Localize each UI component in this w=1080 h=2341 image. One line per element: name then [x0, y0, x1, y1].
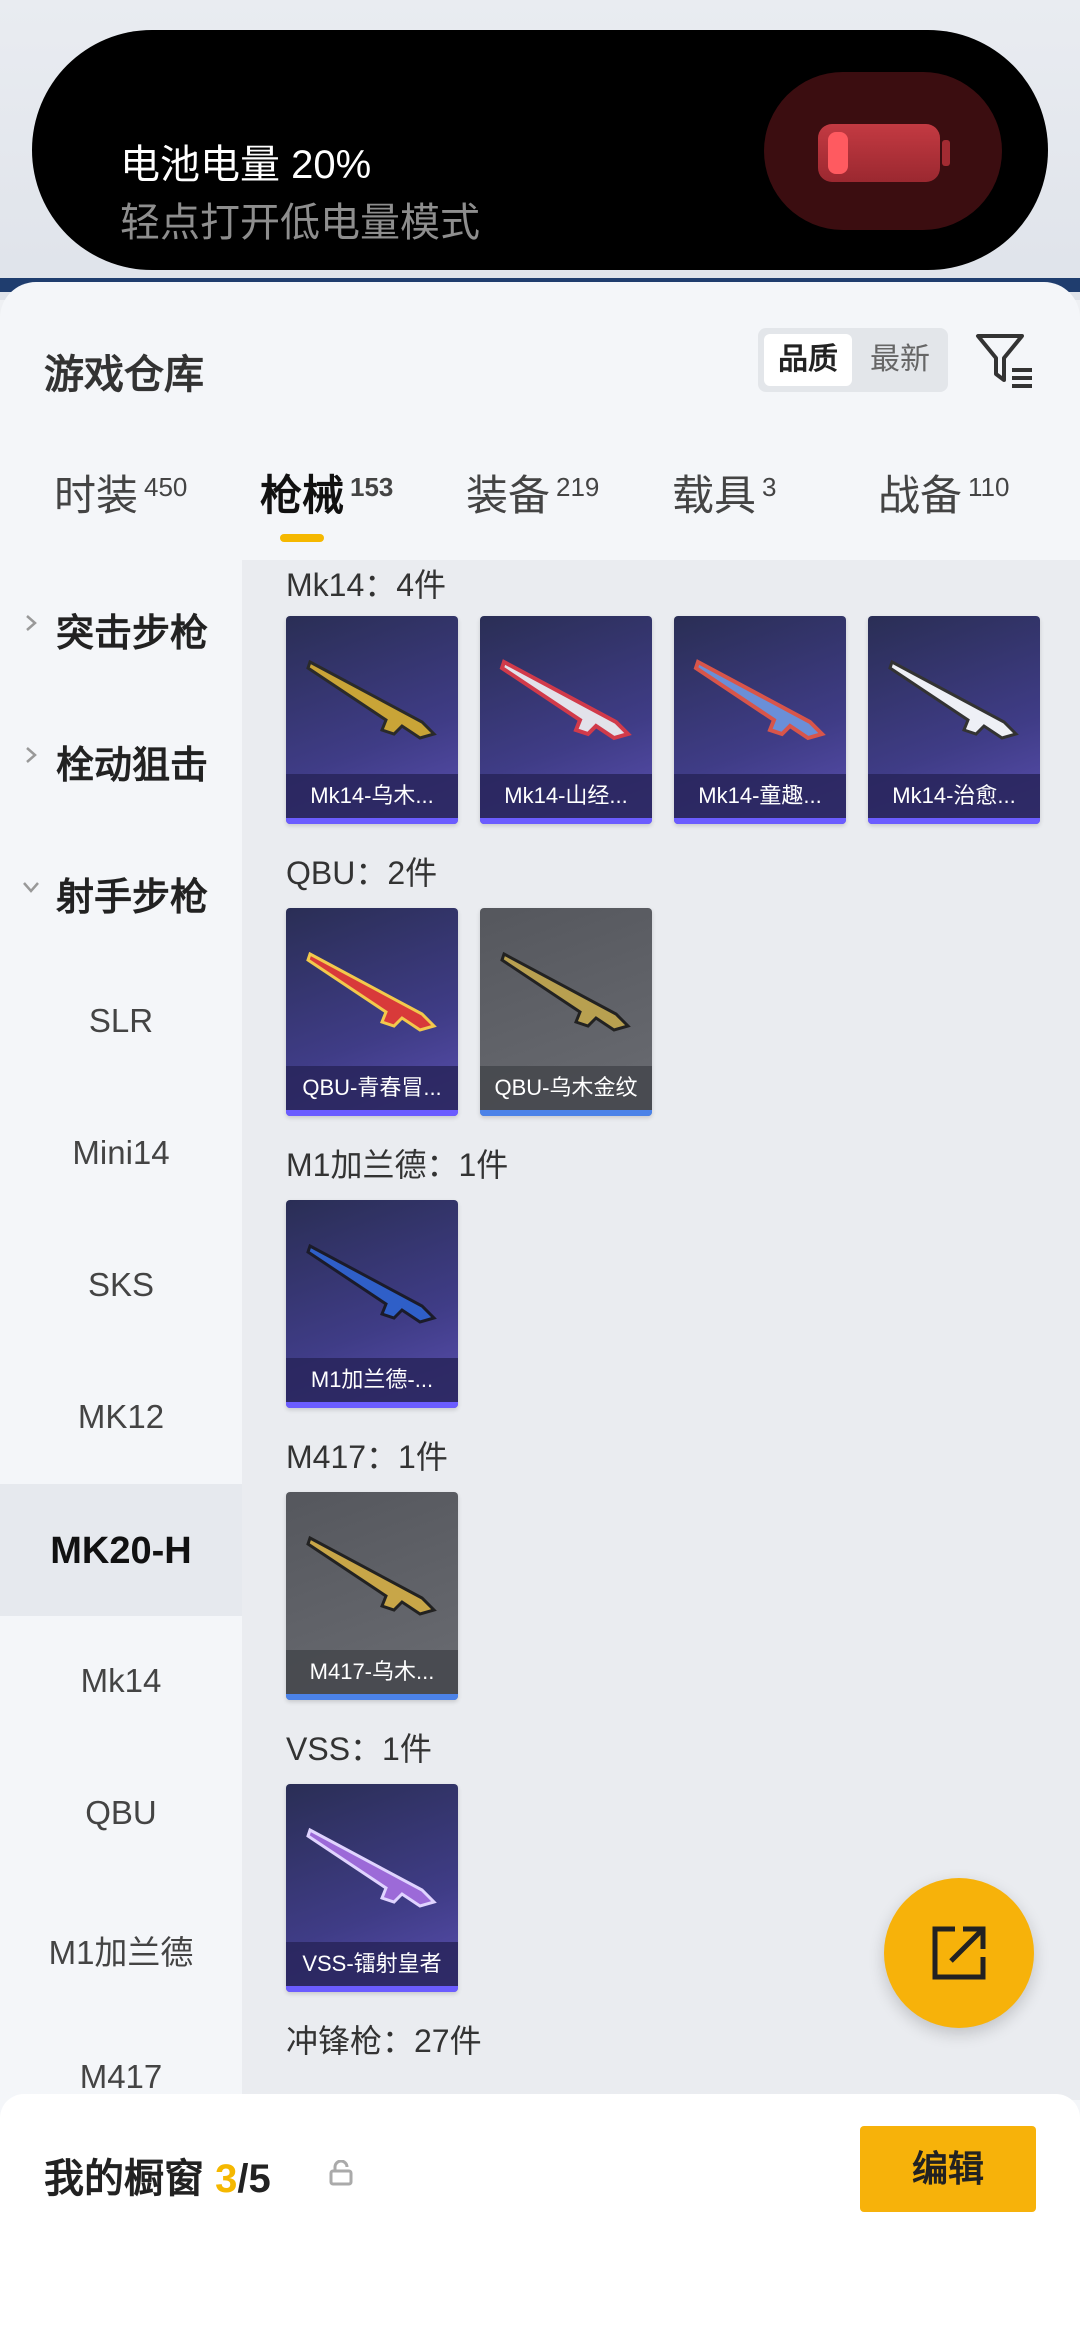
active-tab-indicator	[280, 534, 324, 542]
weapon-name: QBU-青春冒...	[286, 1066, 458, 1110]
rarity-bar	[480, 1110, 652, 1116]
weapon-name: Mk14-乌木...	[286, 774, 458, 818]
group-title: M417：1件	[286, 1439, 448, 1475]
rarity-bar	[674, 818, 846, 824]
sort-newest-button[interactable]: 最新	[858, 334, 942, 386]
sidebar-category-bolt-sniper[interactable]: 栓动狙击	[0, 692, 242, 824]
sidebar-category-marksman-rifle[interactable]: 射手步枪	[0, 824, 242, 956]
battery-fill	[828, 132, 848, 174]
showcase-bar: 我的橱窗 3/5 编辑	[0, 2094, 1080, 2341]
rarity-bar	[286, 818, 458, 824]
chevron-right-icon	[26, 747, 37, 763]
group-title: M1加兰德：1件	[286, 1147, 509, 1183]
weapon-name: VSS-镭射皇者	[286, 1942, 458, 1986]
rifle-icon	[499, 659, 632, 741]
weapon-card[interactable]: Mk14-乌木...	[286, 616, 458, 824]
battery-icon	[764, 72, 1002, 230]
chevron-right-icon	[26, 615, 37, 631]
weapon-sidebar: 突击步枪 栓动狙击 射手步枪 SLR Mini14 SKS MK12 MK20-…	[0, 560, 242, 2100]
edit-button[interactable]: 编辑	[860, 2126, 1036, 2212]
sidebar-item-mk12[interactable]: MK12	[0, 1352, 242, 1484]
weapon-card[interactable]: VSS-镭射皇者	[286, 1784, 458, 1992]
weapon-card[interactable]: M1加兰德-...	[286, 1200, 458, 1408]
tab-vehicles[interactable]: 载具 3	[672, 462, 776, 562]
sort-toggle: 品质 最新	[758, 328, 948, 392]
filter-icon[interactable]	[972, 328, 1036, 392]
category-tabs: 时装 450 枪械 153 装备 219 载具 3 战备 110	[0, 462, 1080, 562]
weapon-name: Mk14-童趣...	[674, 774, 846, 818]
rifle-icon	[693, 659, 826, 741]
tab-count: 219	[556, 472, 600, 502]
rarity-bar	[480, 818, 652, 824]
showcase-count: 3	[215, 2157, 238, 2201]
sidebar-item-mk20h[interactable]: MK20-H	[0, 1484, 242, 1616]
sidebar-item-mk14[interactable]: Mk14	[0, 1616, 242, 1748]
sidebar-item-m1-garand[interactable]: M1加兰德	[0, 1880, 242, 2012]
tab-count: 110	[968, 472, 1010, 502]
showcase-total: /5	[237, 2157, 271, 2201]
tab-supplies[interactable]: 战备 110	[878, 462, 1009, 562]
chevron-down-icon	[23, 882, 39, 893]
showcase-label: 我的橱窗 3/5	[44, 2157, 271, 2201]
share-button[interactable]	[884, 1878, 1034, 2028]
page-title: 游戏仓库	[44, 353, 204, 397]
rifle-icon	[306, 659, 437, 740]
group-title: 冲锋枪：27件	[286, 2023, 482, 2059]
share-external-icon	[932, 1926, 986, 1980]
rifle-icon	[500, 951, 631, 1032]
rarity-bar	[286, 1110, 458, 1116]
weapon-card[interactable]: QBU-青春冒...	[286, 908, 458, 1116]
rarity-bar	[286, 1986, 458, 1992]
rarity-bar	[286, 1402, 458, 1408]
group-title: Mk14：4件	[286, 567, 447, 603]
battery-level-text: 电池电量 20%	[120, 143, 372, 187]
tab-count: 450	[144, 472, 188, 502]
weapon-card[interactable]: QBU-乌木金纹	[480, 908, 652, 1116]
sidebar-item-qbu[interactable]: QBU	[0, 1748, 242, 1880]
rarity-bar	[286, 1694, 458, 1700]
group-title: QBU：2件	[286, 855, 438, 891]
rifle-icon	[306, 951, 437, 1032]
weapon-name: Mk14-治愈...	[868, 774, 1040, 818]
rifle-icon	[306, 1827, 437, 1908]
rifle-icon	[888, 659, 1019, 740]
weapon-name: Mk14-山经...	[480, 774, 652, 818]
weapon-grid: Mk14：4件 Mk14-乌木... Mk14-山经... Mk14-童趣...…	[242, 560, 1080, 2100]
rifle-icon	[306, 1535, 437, 1616]
rifle-icon	[306, 1243, 437, 1324]
sidebar-category-assault-rifle[interactable]: 突击步枪	[0, 560, 242, 692]
sidebar-item-sks[interactable]: SKS	[0, 1220, 242, 1352]
weapon-card[interactable]: Mk14-治愈...	[868, 616, 1040, 824]
weapon-name: M1加兰德-...	[286, 1358, 458, 1402]
battery-notification[interactable]: 电池电量 20% 轻点打开低电量模式	[32, 30, 1048, 270]
low-power-mode-hint: 轻点打开低电量模式	[120, 201, 480, 245]
lock-icon	[329, 2160, 353, 2186]
tab-equipment[interactable]: 装备 219	[466, 462, 599, 562]
tab-firearms[interactable]: 枪械 153	[260, 462, 393, 562]
weapon-name: M417-乌木...	[286, 1650, 458, 1694]
sidebar-item-slr[interactable]: SLR	[0, 956, 242, 1088]
weapon-name: QBU-乌木金纹	[480, 1066, 652, 1110]
sort-quality-button[interactable]: 品质	[764, 334, 852, 386]
weapon-card[interactable]: M417-乌木...	[286, 1492, 458, 1700]
rarity-bar	[868, 818, 1040, 824]
tab-count: 153	[350, 472, 394, 502]
weapon-card[interactable]: Mk14-山经...	[480, 616, 652, 824]
tab-skins[interactable]: 时装 450	[54, 462, 187, 562]
group-title: VSS：1件	[286, 1731, 432, 1767]
tab-count: 3	[762, 472, 777, 502]
sidebar-item-mini14[interactable]: Mini14	[0, 1088, 242, 1220]
weapon-card[interactable]: Mk14-童趣...	[674, 616, 846, 824]
